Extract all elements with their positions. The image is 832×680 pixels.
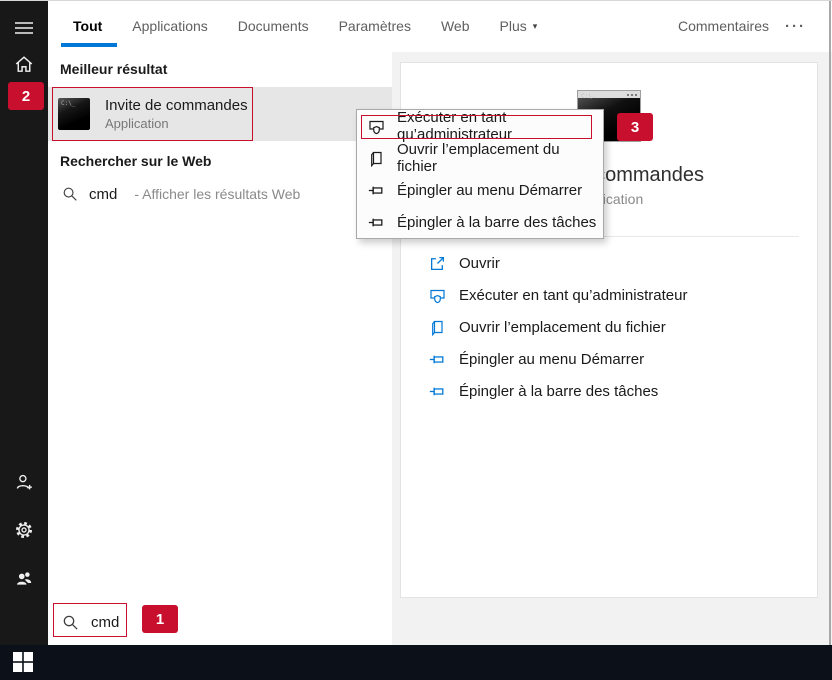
chevron-down-icon: ▾	[533, 21, 538, 32]
web-query-text: cmd	[89, 186, 117, 203]
menu-item-label: Ouvrir l’emplacement du fichier	[397, 141, 603, 175]
pin-icon	[368, 182, 385, 199]
action-label: Épingler au menu Démarrer	[459, 351, 644, 368]
search-input[interactable]: cmd	[91, 614, 119, 631]
action-pin-taskbar[interactable]: Épingler à la barre des tâches	[401, 375, 817, 407]
window-right-edge	[829, 0, 831, 645]
tab-tout[interactable]: Tout	[73, 0, 102, 52]
tab-applications[interactable]: Applications	[132, 0, 208, 52]
callout-tail	[128, 612, 142, 626]
action-open[interactable]: Ouvrir	[401, 247, 817, 279]
callout-number: 2	[22, 88, 30, 105]
callout-badge-2: 2	[8, 82, 44, 110]
context-menu: Exécuter en tant qu’administrateur Ouvri…	[356, 109, 604, 239]
menu-item-run-as-admin[interactable]: Exécuter en tant qu’administrateur	[357, 110, 603, 142]
home-icon[interactable]	[0, 48, 48, 80]
menu-item-label: Exécuter en tant qu’administrateur	[397, 109, 603, 143]
tab-parametres[interactable]: Paramètres	[339, 0, 411, 52]
action-run-as-admin[interactable]: Exécuter en tant qu’administrateur	[401, 279, 817, 311]
section-search-web: Rechercher sur le Web	[60, 153, 211, 169]
file-location-icon	[368, 150, 385, 167]
run-as-admin-icon	[368, 118, 385, 135]
pin-icon	[429, 383, 446, 400]
tab-web[interactable]: Web	[441, 0, 470, 52]
windows-logo-icon[interactable]	[13, 652, 33, 672]
search-icon	[62, 186, 78, 202]
tab-label: Web	[441, 18, 470, 34]
best-result-row[interactable]: C:\_ Invite de commandes Application	[48, 87, 392, 141]
search-header: Tout Applications Documents Paramètres W…	[48, 0, 832, 52]
action-label: Ouvrir l’emplacement du fichier	[459, 319, 666, 336]
run-as-admin-icon	[429, 287, 446, 304]
preview-actions: Ouvrir Exécuter en tant qu’administrateu…	[401, 247, 817, 407]
menu-item-pin-start[interactable]: Épingler au menu Démarrer	[357, 174, 603, 206]
add-user-icon[interactable]	[0, 466, 48, 498]
pin-icon	[429, 351, 446, 368]
callout-number: 3	[631, 119, 639, 136]
best-result-text: Invite de commandes Application	[105, 96, 248, 132]
tab-label: Applications	[132, 18, 208, 34]
best-result-title: Invite de commandes	[105, 96, 248, 115]
header-right: Commentaires ···	[678, 18, 806, 35]
file-location-icon	[429, 319, 446, 336]
menu-item-pin-taskbar[interactable]: Épingler à la barre des tâches	[357, 206, 603, 238]
results-panel: Meilleur résultat C:\_ Invite de command…	[48, 52, 392, 600]
active-tab-underline	[61, 43, 117, 47]
action-label: Ouvrir	[459, 255, 500, 272]
windows-search-flyout: Tout Applications Documents Paramètres W…	[0, 0, 832, 680]
web-search-row[interactable]: cmd - Afficher les résultats Web	[48, 179, 392, 209]
tab-plus[interactable]: Plus ▾	[500, 0, 538, 52]
web-query-hint: - Afficher les résultats Web	[134, 186, 300, 202]
tab-documents[interactable]: Documents	[238, 0, 309, 52]
action-label: Épingler à la barre des tâches	[459, 383, 658, 400]
search-icon	[62, 614, 79, 631]
callout-tail	[44, 89, 58, 103]
best-result-subtitle: Application	[105, 115, 248, 132]
tab-label: Tout	[73, 18, 102, 34]
menu-item-label: Épingler au menu Démarrer	[397, 182, 582, 199]
tab-label: Paramètres	[339, 18, 411, 34]
more-options-icon[interactable]: ···	[785, 18, 806, 35]
feedback-link[interactable]: Commentaires	[678, 18, 769, 34]
action-open-file-location[interactable]: Ouvrir l’emplacement du fichier	[401, 311, 817, 343]
search-box[interactable]: cmd	[48, 600, 392, 645]
menu-item-label: Épingler à la barre des tâches	[397, 214, 596, 231]
section-best-result: Meilleur résultat	[60, 61, 167, 77]
open-icon	[429, 255, 446, 272]
people-icon[interactable]	[0, 562, 48, 594]
callout-badge-1: 1	[142, 605, 178, 633]
filter-tabs: Tout Applications Documents Paramètres W…	[73, 0, 537, 52]
tab-label: Documents	[238, 18, 309, 34]
tab-label: Plus	[500, 18, 527, 34]
hamburger-menu-icon[interactable]	[0, 12, 48, 44]
callout-number: 1	[156, 611, 164, 628]
cmd-window-icon: C:\_	[58, 98, 90, 130]
taskbar	[0, 645, 832, 680]
menu-item-open-file-location[interactable]: Ouvrir l’emplacement du fichier	[357, 142, 603, 174]
action-pin-start[interactable]: Épingler au menu Démarrer	[401, 343, 817, 375]
action-label: Exécuter en tant qu’administrateur	[459, 287, 687, 304]
window-top-edge	[0, 0, 832, 1]
pin-icon	[368, 214, 385, 231]
callout-tail	[603, 120, 617, 134]
settings-gear-icon[interactable]	[0, 514, 48, 546]
callout-badge-3: 3	[617, 113, 653, 141]
